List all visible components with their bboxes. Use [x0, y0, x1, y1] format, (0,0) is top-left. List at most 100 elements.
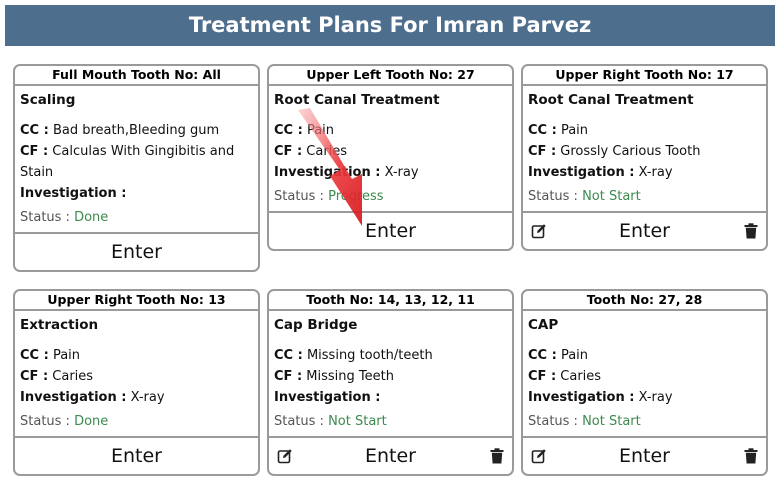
treatment-card: Upper Right Tooth No: 17 Root Canal Trea… [521, 64, 768, 251]
status-label: Status : [528, 189, 578, 204]
card-footer: Enter [523, 436, 766, 474]
enter-button[interactable]: Enter [269, 438, 512, 474]
treatment-card: Tooth No: 14, 13, 12, 11 Cap Bridge CC :… [267, 289, 514, 476]
cc-label: CC : [274, 348, 303, 363]
status-label: Status : [274, 189, 324, 204]
investigation-row: Investigation : X-ray [528, 387, 761, 408]
investigation-row: Investigation : X-ray [274, 162, 507, 183]
cc-row: CC : Pain [528, 345, 761, 366]
cf-value: Caries [52, 369, 94, 384]
treatment-name: Scaling [20, 92, 76, 108]
status-value: Not Start [582, 414, 641, 429]
trash-icon[interactable] [744, 223, 758, 239]
investigation-row: Investigation : [20, 183, 253, 204]
enter-button[interactable]: Enter [269, 213, 512, 249]
cf-label: CF : [274, 369, 303, 384]
cf-row: CF : Caries [528, 366, 761, 387]
card-footer: Enter [269, 211, 512, 249]
investigation-row: Investigation : X-ray [528, 162, 761, 183]
cc-value: Pain [306, 123, 335, 138]
status-row: Status : Not Start [528, 187, 761, 207]
cc-label: CC : [20, 123, 49, 138]
card-title: Full Mouth Tooth No: All [15, 66, 258, 86]
treatment-card: Upper Left Tooth No: 27 Root Canal Treat… [267, 64, 514, 251]
status-label: Status : [274, 414, 324, 429]
enter-button[interactable]: Enter [15, 234, 258, 270]
cf-row: CF : Grossly Carious Tooth [528, 141, 761, 162]
treatment-card: Full Mouth Tooth No: All Scaling CC : Ba… [13, 64, 260, 272]
investigation-value: X-ray [638, 165, 673, 180]
card-title: Tooth No: 27, 28 [523, 291, 766, 311]
investigation-row: Investigation : X-ray [20, 387, 253, 408]
investigation-label: Investigation : [528, 390, 635, 405]
cc-row: CC : Bad breath,Bleeding gum [20, 120, 253, 141]
treatment-name: Root Canal Treatment [274, 92, 440, 108]
cf-value: Caries [306, 144, 348, 159]
cc-row: CC : Pain [274, 120, 507, 141]
card-body: Scaling CC : Bad breath,Bleeding gum CF … [15, 86, 258, 228]
status-row: Status : Progress [274, 187, 507, 207]
cc-label: CC : [20, 348, 49, 363]
card-footer: Enter [15, 436, 258, 474]
treatment-name: Extraction [20, 317, 99, 333]
card-body: Root Canal Treatment CC : Pain CF : Gros… [523, 86, 766, 207]
investigation-value: X-ray [384, 165, 419, 180]
status-value: Not Start [582, 189, 641, 204]
status-row: Status : Done [20, 412, 253, 432]
cc-label: CC : [528, 123, 557, 138]
status-label: Status : [20, 210, 70, 225]
cf-value: Grossly Carious Tooth [560, 144, 701, 159]
treatment-name: Root Canal Treatment [528, 92, 694, 108]
cf-row: CF : Missing Teeth [274, 366, 507, 387]
cc-row: CC : Missing tooth/teeth [274, 345, 507, 366]
investigation-value: X-ray [130, 390, 165, 405]
cc-row: CC : Pain [20, 345, 253, 366]
status-value: Done [74, 210, 109, 225]
cf-label: CF : [528, 369, 557, 384]
cf-value: Caries [560, 369, 602, 384]
status-row: Status : Not Start [274, 412, 507, 432]
investigation-label: Investigation : [20, 186, 127, 201]
status-row: Status : Not Start [528, 412, 761, 432]
trash-icon[interactable] [490, 448, 504, 464]
investigation-label: Investigation : [20, 390, 127, 405]
treatment-plan-cards: Full Mouth Tooth No: All Scaling CC : Ba… [0, 0, 775, 482]
cc-value: Missing tooth/teeth [306, 348, 433, 363]
status-value: Progress [328, 189, 384, 204]
cf-row: CF : Caries [274, 141, 507, 162]
cf-row: CF : Caries [20, 366, 253, 387]
enter-button[interactable]: Enter [15, 438, 258, 474]
card-title: Upper Left Tooth No: 27 [269, 66, 512, 86]
cc-label: CC : [528, 348, 557, 363]
investigation-value: X-ray [638, 390, 673, 405]
treatment-card: Tooth No: 27, 28 CAP CC : Pain CF : Cari… [521, 289, 768, 476]
card-title: Tooth No: 14, 13, 12, 11 [269, 291, 512, 311]
cf-value: Calculas With Gingibitis and Stain [20, 144, 235, 180]
trash-icon[interactable] [744, 448, 758, 464]
cc-value: Pain [560, 123, 589, 138]
cf-row: CF : Calculas With Gingibitis and Stain [20, 141, 253, 183]
card-title: Upper Right Tooth No: 17 [523, 66, 766, 86]
card-body: Root Canal Treatment CC : Pain CF : Cari… [269, 86, 512, 207]
status-row: Status : Done [20, 208, 253, 228]
cc-value: Bad breath,Bleeding gum [52, 123, 220, 138]
cf-value: Missing Teeth [306, 369, 394, 384]
cc-value: Pain [560, 348, 589, 363]
status-label: Status : [20, 414, 70, 429]
card-body: CAP CC : Pain CF : Caries Investigation … [523, 311, 766, 432]
card-footer: Enter [523, 211, 766, 249]
investigation-label: Investigation : [274, 165, 381, 180]
status-value: Not Start [328, 414, 387, 429]
treatment-name: CAP [528, 317, 559, 333]
card-footer: Enter [269, 436, 512, 474]
enter-button[interactable]: Enter [523, 213, 766, 249]
cc-row: CC : Pain [528, 120, 761, 141]
treatment-name: Cap Bridge [274, 317, 358, 333]
status-value: Done [74, 414, 109, 429]
cc-label: CC : [274, 123, 303, 138]
enter-button[interactable]: Enter [523, 438, 766, 474]
investigation-label: Investigation : [528, 165, 635, 180]
investigation-label: Investigation : [274, 390, 381, 405]
status-label: Status : [528, 414, 578, 429]
treatment-card: Upper Right Tooth No: 13 Extraction CC :… [13, 289, 260, 476]
